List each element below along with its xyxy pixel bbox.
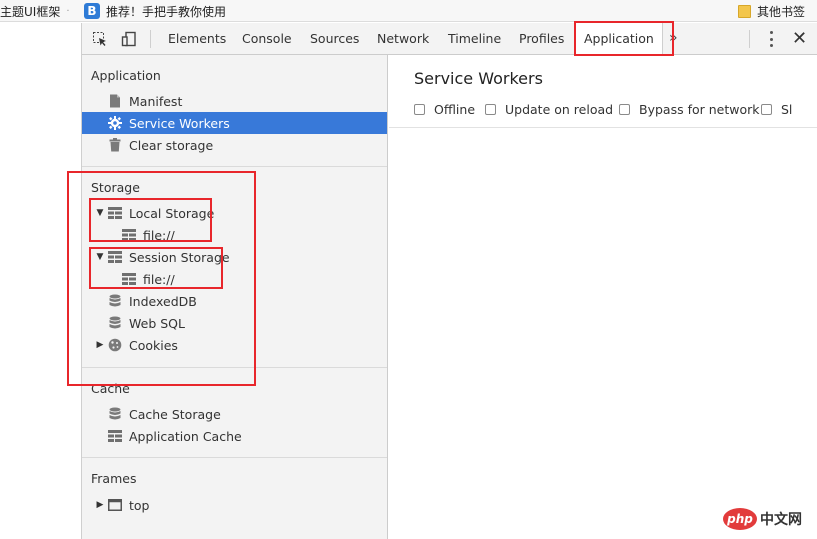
tab-elements[interactable]: Elements xyxy=(168,23,226,54)
sidebar-item-label: file:// xyxy=(143,271,175,287)
tab-network[interactable]: Network xyxy=(377,23,429,54)
section-divider xyxy=(82,367,387,368)
service-workers-panel: Service Workers Offline Update on reload… xyxy=(389,55,817,539)
document-icon xyxy=(108,94,122,108)
sidebar-item-manifest[interactable]: Manifest xyxy=(82,90,387,112)
section-divider xyxy=(82,166,387,167)
favicon-b-icon: B xyxy=(84,3,100,19)
tab-timeline[interactable]: Timeline xyxy=(448,23,501,54)
close-devtools-button[interactable]: ✕ xyxy=(792,27,807,51)
folder-icon xyxy=(738,4,751,18)
database-icon xyxy=(108,294,122,308)
table-grid-icon xyxy=(108,250,122,264)
sidebar-item-application-cache[interactable]: Application Cache xyxy=(82,425,387,447)
inspect-element-icon[interactable] xyxy=(91,30,109,48)
tab-sources[interactable]: Sources xyxy=(310,23,359,54)
section-title-frames: Frames xyxy=(91,471,137,486)
bookmark-item[interactable]: 主题UI框架 · xyxy=(0,3,70,19)
expand-arrow-icon[interactable]: ▶ xyxy=(95,500,105,510)
devtools-toolbar: Elements Console Sources Network Timelin… xyxy=(82,23,817,55)
sidebar-item-indexeddb[interactable]: IndexedDB xyxy=(82,290,387,312)
checkbox-label: Sl xyxy=(781,101,793,117)
sidebar-item-label: Application Cache xyxy=(129,428,242,444)
sidebar-item-label: Web SQL xyxy=(129,315,185,331)
application-sidebar: Application Manifest Service Workers Cle… xyxy=(82,55,388,539)
bookmark-label: 推荐！手把手教你使用 xyxy=(106,4,227,19)
database-icon xyxy=(108,316,122,330)
section-title-storage: Storage xyxy=(91,180,140,195)
database-icon xyxy=(108,407,122,421)
page-viewport xyxy=(0,23,82,539)
panel-header: Service Workers Offline Update on reload… xyxy=(389,55,817,128)
frame-window-icon xyxy=(108,498,122,512)
device-toolbar-icon[interactable] xyxy=(120,30,138,48)
table-grid-icon xyxy=(108,206,122,220)
gear-icon xyxy=(108,116,122,130)
expand-arrow-icon[interactable]: ▼ xyxy=(95,252,105,262)
toolbar-divider xyxy=(150,30,151,48)
cookie-icon xyxy=(108,338,122,352)
tab-profiles[interactable]: Profiles xyxy=(519,23,564,54)
sidebar-item-label: Manifest xyxy=(129,93,183,109)
offline-checkbox[interactable]: Offline xyxy=(414,101,475,117)
bookmark-separator: · xyxy=(66,5,70,17)
page-title: Service Workers xyxy=(414,69,543,88)
sidebar-item-session-storage[interactable]: ▼ Session Storage xyxy=(82,246,387,268)
section-title-application: Application xyxy=(91,68,161,83)
expand-arrow-icon[interactable]: ▶ xyxy=(95,340,105,350)
sidebar-item-label: IndexedDB xyxy=(129,293,197,309)
php-logo: php xyxy=(723,508,757,530)
checkbox-label: Bypass for network xyxy=(639,101,760,117)
table-grid-icon xyxy=(108,429,122,443)
bookmark-folder-other[interactable]: 其他书签 xyxy=(738,3,805,19)
expand-arrow-icon[interactable]: ▼ xyxy=(95,208,105,218)
tab-application[interactable]: Application xyxy=(575,23,663,55)
sidebar-item-label: Clear storage xyxy=(129,137,214,153)
sidebar-item-label: Service Workers xyxy=(129,115,230,131)
checkbox-label: Update on reload xyxy=(505,101,614,117)
sidebar-item-clear-storage[interactable]: Clear storage xyxy=(82,134,387,156)
watermark-text: 中文网 xyxy=(760,512,802,528)
sidebar-item-service-workers[interactable]: Service Workers xyxy=(82,112,387,134)
section-divider xyxy=(82,457,387,458)
table-grid-icon xyxy=(122,272,136,286)
bookmark-label: 其他书签 xyxy=(757,4,806,19)
sidebar-item-local-storage-file[interactable]: file:// xyxy=(82,224,387,246)
bookmarks-bar: 主题UI框架 · B 推荐！手把手教你使用 其他书签 xyxy=(0,0,817,22)
sidebar-item-cache-storage[interactable]: Cache Storage xyxy=(82,403,387,425)
tab-console[interactable]: Console xyxy=(242,23,292,54)
checkbox-box[interactable] xyxy=(761,103,772,115)
sidebar-item-websql[interactable]: Web SQL xyxy=(82,312,387,334)
sidebar-item-label: file:// xyxy=(143,227,175,243)
update-on-reload-checkbox[interactable]: Update on reload xyxy=(485,101,613,117)
sidebar-item-label: Local Storage xyxy=(129,205,215,221)
sidebar-item-label: Session Storage xyxy=(129,249,230,265)
sidebar-item-label: top xyxy=(129,497,150,513)
sidebar-item-cookies[interactable]: ▶ Cookies xyxy=(82,334,387,356)
sidebar-item-label: Cookies xyxy=(129,337,178,353)
bookmark-item[interactable]: B 推荐！手把手教你使用 xyxy=(84,3,226,19)
sidebar-item-local-storage[interactable]: ▼ Local Storage xyxy=(82,202,387,224)
sidebar-item-label: Cache Storage xyxy=(129,406,221,422)
checkbox-box[interactable] xyxy=(414,103,425,115)
trash-icon xyxy=(108,138,122,152)
sidebar-item-frame-top[interactable]: ▶ top xyxy=(82,494,387,516)
checkbox-label: Offline xyxy=(434,101,476,117)
watermark: php 中文网 xyxy=(723,508,802,530)
checkbox-box[interactable] xyxy=(619,103,630,115)
more-tabs-button[interactable]: » xyxy=(669,23,678,54)
show-all-checkbox[interactable]: Sl xyxy=(761,101,792,117)
table-grid-icon xyxy=(122,228,136,242)
toolbar-divider xyxy=(749,30,750,48)
bookmark-label: 主题UI框架 xyxy=(0,4,61,19)
section-title-cache: Cache xyxy=(91,381,130,396)
sidebar-item-session-storage-file[interactable]: file:// xyxy=(82,268,387,290)
checkbox-box[interactable] xyxy=(485,103,496,115)
more-options-icon[interactable] xyxy=(769,31,773,47)
bypass-for-network-checkbox[interactable]: Bypass for network xyxy=(619,101,760,117)
